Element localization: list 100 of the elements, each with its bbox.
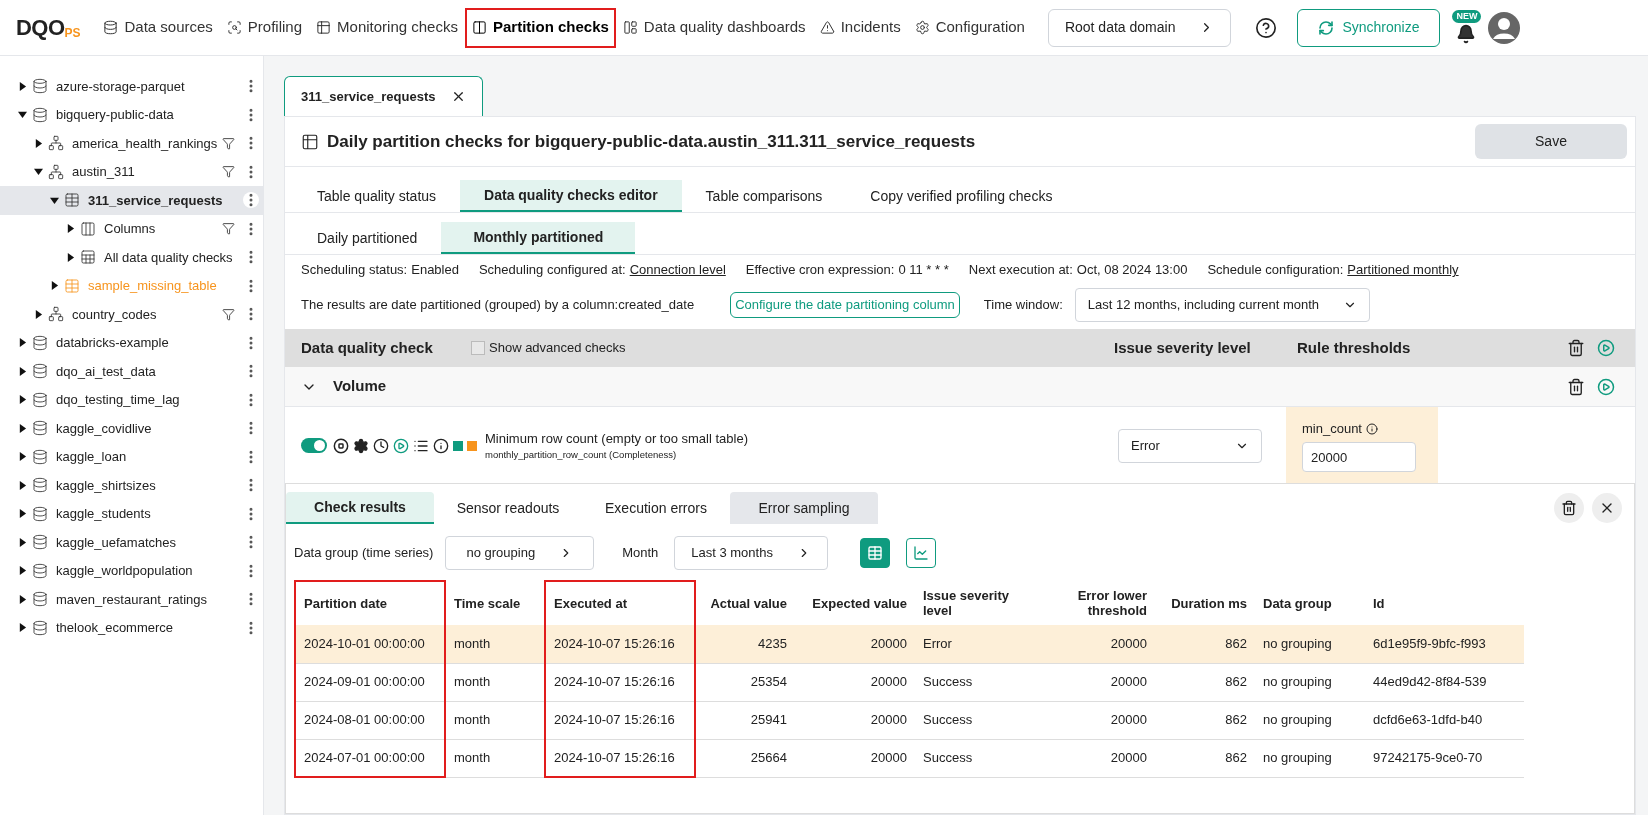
- tab[interactable]: Table comparisons: [681, 180, 847, 212]
- filter-icon[interactable]: [222, 222, 235, 236]
- tree-item[interactable]: azure-storage-parquet: [56, 76, 185, 96]
- column-header: Time scale: [445, 581, 545, 625]
- tab[interactable]: Monthly partitioned: [441, 222, 636, 254]
- group-select[interactable]: no grouping: [445, 536, 595, 570]
- tab[interactable]: Table quality status: [293, 180, 461, 212]
- help-icon[interactable]: [1255, 16, 1278, 39]
- table-cell: 6d1e95f9-9bfc-f993: [1365, 625, 1524, 663]
- tree-item[interactable]: thelook_ecommerce: [56, 618, 174, 638]
- enabled-toggle[interactable]: [301, 438, 327, 453]
- table-cell: 20000: [795, 739, 915, 777]
- filter-icon[interactable]: [222, 165, 235, 179]
- tree-item[interactable]: kaggle_students: [56, 504, 151, 524]
- page-title: Daily partition checks for bigquery-public-data.austin_311.311_service_requests: [327, 130, 976, 153]
- info-value: Oct, 08 2024 13:00: [1076, 261, 1188, 280]
- clock-icon[interactable]: [373, 437, 389, 454]
- column-header: Expected value: [795, 581, 915, 625]
- run-icon[interactable]: [1597, 339, 1615, 357]
- tree-item[interactable]: dqo_ai_test_data: [56, 361, 156, 381]
- save-button[interactable]: Save: [1475, 124, 1627, 159]
- table-cell: 25354: [695, 663, 795, 701]
- tree-item[interactable]: maven_restaurant_ratings: [56, 589, 208, 609]
- tree-item[interactable]: kaggle_shirtsizes: [56, 475, 156, 495]
- table-cell: 862: [1155, 701, 1255, 739]
- settings-icon[interactable]: [353, 437, 369, 454]
- notification-icon[interactable]: [1456, 23, 1477, 44]
- advanced-checkbox[interactable]: [471, 341, 485, 355]
- tab[interactable]: Execution errors: [582, 492, 730, 524]
- table-view-button[interactable]: [859, 538, 890, 568]
- domain-button[interactable]: Root data domain: [1047, 8, 1232, 47]
- filter-icon[interactable]: [222, 307, 235, 321]
- info-link[interactable]: Connection level: [629, 260, 726, 280]
- info-label: Schedule configuration:: [1207, 261, 1344, 280]
- table-icon: [64, 192, 80, 209]
- database-icon: [32, 334, 48, 351]
- run-icon[interactable]: [1597, 377, 1615, 396]
- tree-item[interactable]: dqo_testing_time_lag: [56, 390, 180, 410]
- nav-tab[interactable]: Data sources: [96, 7, 220, 48]
- tree-item[interactable]: country_codes: [72, 304, 157, 324]
- nav-tab[interactable]: Profiling: [219, 7, 310, 48]
- table-cell: 20000: [1025, 663, 1155, 701]
- tree-item[interactable]: databricks-example: [56, 333, 169, 353]
- column-heading: Issue severity level: [1114, 337, 1252, 358]
- table-icon: [866, 545, 883, 561]
- info-link[interactable]: Partitioned monthly: [1347, 260, 1459, 280]
- nav-tab[interactable]: Partition checks: [464, 7, 616, 48]
- parameter-field[interactable]: 20000: [1302, 442, 1416, 473]
- delete-icon[interactable]: [1567, 339, 1585, 357]
- configure-button[interactable]: Configure the date partitioning column: [730, 292, 960, 318]
- partition-text: The results are date partitioned (grouped) by a column:created_date: [301, 296, 695, 315]
- avatar-icon[interactable]: [1488, 11, 1521, 44]
- tab[interactable]: Copy verified profiling checks: [846, 180, 1077, 212]
- delete-icon[interactable]: [1567, 377, 1585, 396]
- time-window-select[interactable]: Last 12 months, including current month: [1074, 288, 1371, 322]
- logo[interactable]: DQOPS: [16, 16, 81, 39]
- tree-item[interactable]: Columns: [104, 219, 156, 239]
- nav-tab[interactable]: Monitoring checks: [309, 7, 465, 48]
- tab[interactable]: Data quality checks editor: [460, 180, 682, 212]
- tree-item[interactable]: kaggle_uefamatches: [56, 532, 176, 552]
- tree-item[interactable]: austin_311: [72, 162, 135, 182]
- tree-item[interactable]: 311_service_requests: [88, 190, 223, 210]
- column-header: Duration ms: [1155, 581, 1255, 625]
- tab[interactable]: Check results: [286, 492, 434, 524]
- checkbox-label[interactable]: Show advanced checks: [489, 338, 626, 358]
- synchronize-button[interactable]: Synchronize: [1297, 8, 1441, 47]
- tree-item[interactable]: kaggle_covidlive: [56, 418, 152, 438]
- tab[interactable]: Daily partitioned: [293, 222, 442, 254]
- info-value: Enabled: [411, 261, 459, 280]
- table-cell: 862: [1155, 739, 1255, 777]
- stop-icon[interactable]: [333, 437, 349, 454]
- table-cell: 25941: [695, 701, 795, 739]
- settings-icon: [914, 20, 930, 35]
- table-cell: 25664: [695, 739, 795, 777]
- table-cell: 862: [1155, 625, 1255, 663]
- tree-item[interactable]: kaggle_loan: [56, 447, 127, 467]
- tree-item[interactable]: kaggle_worldpopulation: [56, 561, 193, 581]
- info-icon[interactable]: [433, 437, 449, 454]
- delete-icon[interactable]: [1561, 500, 1577, 516]
- info-icon[interactable]: [1366, 422, 1378, 435]
- tree-item[interactable]: america_health_rankings: [72, 133, 218, 153]
- chart-view-button[interactable]: [905, 538, 936, 568]
- tree-item[interactable]: bigquery-public-data: [56, 105, 174, 125]
- database-icon: [32, 505, 48, 522]
- month-select[interactable]: Last 3 months: [674, 536, 828, 570]
- filter-icon[interactable]: [222, 136, 235, 150]
- table-cell: 20000: [1025, 739, 1155, 777]
- nav-tab[interactable]: Incidents: [812, 7, 908, 48]
- status-square-icon: [467, 440, 477, 451]
- open-tab[interactable]: 311_service_requests: [284, 76, 484, 116]
- database-icon: [32, 78, 48, 95]
- tree-item[interactable]: All data quality checks: [104, 247, 233, 267]
- tab[interactable]: Error sampling: [730, 492, 878, 524]
- nav-tab[interactable]: Data quality dashboards: [615, 7, 813, 48]
- severity-select[interactable]: Error: [1118, 428, 1262, 463]
- table-cell: Success: [915, 701, 1025, 739]
- tab[interactable]: Sensor readouts: [434, 492, 582, 524]
- nav-tab[interactable]: Configuration: [907, 7, 1032, 48]
- sync-icon: [1318, 19, 1335, 36]
- database-icon: [32, 106, 48, 123]
